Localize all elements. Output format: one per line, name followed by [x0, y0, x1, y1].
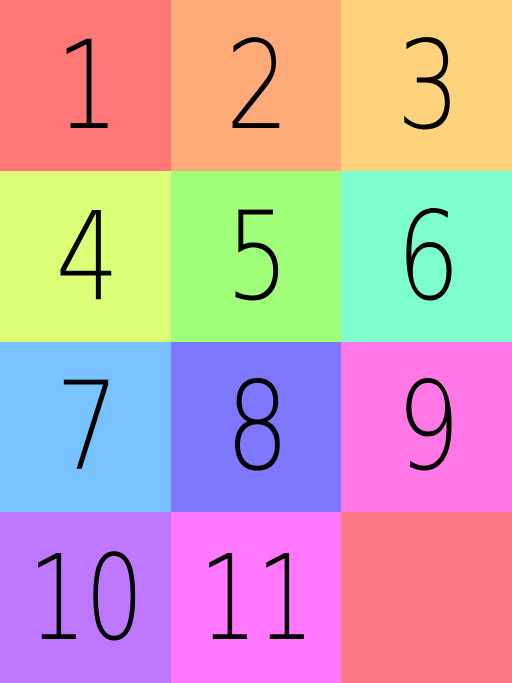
tile-number: 11	[198, 528, 315, 667]
puzzle-tile-3[interactable]: 3	[341, 0, 512, 171]
tile-number: 10	[28, 528, 144, 667]
puzzle-tile-6[interactable]: 6	[341, 171, 512, 342]
puzzle-tile-11[interactable]: 11	[171, 512, 341, 683]
puzzle-tile-7[interactable]: 7	[0, 342, 171, 512]
tile-number: 1	[55, 14, 119, 157]
puzzle-tile-2[interactable]: 2	[171, 0, 341, 171]
sliding-puzzle-board: 1 2 3 4 5 6 7 8 9 10 11	[0, 0, 512, 683]
tile-number: 7	[55, 356, 119, 498]
puzzle-tile-10[interactable]: 10	[0, 512, 171, 683]
puzzle-tile-4[interactable]: 4	[0, 171, 171, 342]
tile-number: 2	[225, 14, 290, 157]
tile-number: 9	[396, 356, 460, 498]
tile-number: 6	[396, 185, 460, 328]
puzzle-tile-8[interactable]: 8	[171, 342, 341, 512]
tile-number: 8	[225, 356, 290, 498]
puzzle-empty-slot[interactable]	[341, 512, 512, 683]
tile-number: 4	[55, 185, 119, 328]
tile-number: 5	[225, 185, 290, 328]
tile-number: 3	[396, 14, 460, 157]
puzzle-tile-9[interactable]: 9	[341, 342, 512, 512]
puzzle-tile-5[interactable]: 5	[171, 171, 341, 342]
puzzle-tile-1[interactable]: 1	[0, 0, 171, 171]
